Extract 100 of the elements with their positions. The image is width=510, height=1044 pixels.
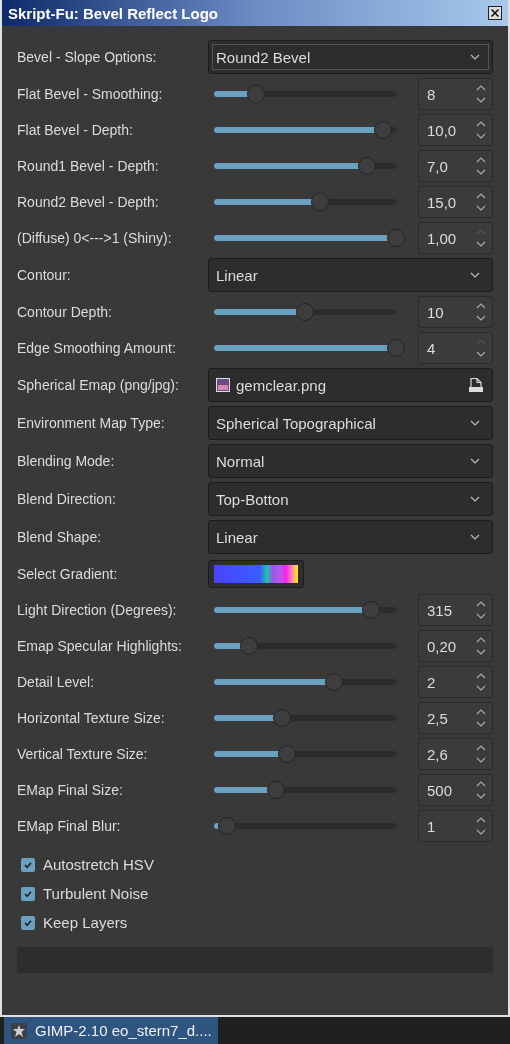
slider-handle[interactable] bbox=[387, 229, 405, 247]
decrement-icon[interactable] bbox=[476, 685, 486, 691]
increment-icon[interactable] bbox=[476, 637, 486, 643]
spin-field[interactable]: 315 bbox=[418, 594, 493, 626]
slider-handle[interactable] bbox=[273, 709, 292, 727]
decrement-icon[interactable] bbox=[476, 169, 486, 175]
decrement-icon[interactable] bbox=[476, 649, 486, 655]
field-label: Bevel - Slope Options: bbox=[17, 48, 158, 67]
dropdown[interactable]: Normal bbox=[208, 444, 493, 478]
dropdown-value: Spherical Topographical bbox=[216, 414, 376, 432]
increment-icon[interactable] bbox=[476, 303, 486, 309]
field-label: Horizontal Texture Size: bbox=[17, 709, 166, 728]
slider-handle[interactable] bbox=[266, 781, 285, 799]
spin-field[interactable]: 15,0 bbox=[418, 186, 493, 218]
spin-field[interactable]: 2,6 bbox=[418, 738, 493, 770]
spin-field[interactable]: 2,5 bbox=[418, 702, 493, 734]
decrement-icon[interactable] bbox=[476, 757, 486, 763]
slider[interactable] bbox=[214, 229, 405, 247]
increment-icon[interactable] bbox=[476, 817, 486, 823]
field-label: Select Gradient: bbox=[17, 565, 119, 584]
slider-handle[interactable] bbox=[357, 157, 376, 175]
file-name: gemclear.png bbox=[236, 376, 328, 394]
slider-handle[interactable] bbox=[239, 637, 258, 655]
window-title: Skript-Fu: Bevel Reflect Logo bbox=[8, 4, 219, 22]
slider-handle[interactable] bbox=[310, 193, 329, 211]
increment-icon[interactable] bbox=[476, 745, 486, 751]
checkbox[interactable] bbox=[21, 915, 35, 930]
spin-value: 2,5 bbox=[427, 709, 448, 727]
spin-value: 0,20 bbox=[427, 637, 457, 655]
increment-icon[interactable] bbox=[476, 193, 486, 199]
close-icon[interactable] bbox=[488, 6, 502, 20]
increment-icon[interactable] bbox=[476, 601, 486, 607]
dropdown[interactable]: Top-Botton bbox=[208, 482, 493, 516]
checkmark-icon bbox=[23, 888, 33, 899]
app-icon bbox=[11, 1022, 27, 1039]
dropdown-value: Top-Botton bbox=[216, 490, 289, 508]
checkbox[interactable] bbox=[21, 886, 35, 901]
file-chooser[interactable]: gemclear.png bbox=[208, 368, 493, 402]
decrement-icon[interactable] bbox=[476, 133, 486, 139]
increment-icon[interactable] bbox=[476, 121, 486, 127]
field-label: EMap Final Blur: bbox=[17, 817, 122, 836]
increment-icon[interactable] bbox=[476, 157, 486, 163]
chevron-icon bbox=[470, 420, 480, 426]
spin-field[interactable]: 10 bbox=[418, 296, 493, 328]
spin-value: 10 bbox=[427, 303, 444, 321]
decrement-icon[interactable] bbox=[476, 205, 486, 211]
checkbox-label: Turbulent Noise bbox=[43, 885, 149, 902]
spin-field[interactable]: 7,0 bbox=[418, 150, 493, 182]
decrement-icon[interactable] bbox=[476, 351, 486, 357]
dropdown[interactable]: Linear bbox=[208, 258, 493, 292]
checkbox-label: Autostretch HSV bbox=[43, 856, 154, 873]
increment-icon[interactable] bbox=[476, 781, 486, 787]
spin-value: 10,0 bbox=[427, 121, 457, 139]
slider-handle[interactable] bbox=[374, 121, 393, 139]
spin-field[interactable]: 1,00 bbox=[418, 222, 493, 254]
field-label: EMap Final Size: bbox=[17, 781, 124, 800]
field-label: Edge Smoothing Amount: bbox=[17, 339, 177, 358]
dropdown[interactable]: Linear bbox=[208, 520, 493, 554]
field-label: Detail Level: bbox=[17, 673, 96, 692]
image-file-icon bbox=[216, 378, 230, 392]
field-label: Spherical Emap (png/jpg): bbox=[17, 376, 180, 395]
slider-handle[interactable] bbox=[296, 303, 314, 321]
decrement-icon[interactable] bbox=[476, 793, 486, 799]
dropdown[interactable]: Spherical Topographical bbox=[208, 406, 493, 440]
decrement-icon[interactable] bbox=[476, 241, 486, 247]
decrement-icon[interactable] bbox=[476, 721, 486, 727]
increment-icon[interactable] bbox=[476, 673, 486, 679]
spin-field[interactable]: 500 bbox=[418, 774, 493, 806]
decrement-icon[interactable] bbox=[476, 829, 486, 835]
decrement-icon[interactable] bbox=[476, 613, 486, 619]
slider-handle[interactable] bbox=[325, 673, 344, 691]
field-label: Light Direction (Degrees): bbox=[17, 601, 178, 620]
field-label: Flat Bevel - Smoothing: bbox=[17, 85, 164, 104]
dropdown-value: Round2 Bevel bbox=[216, 48, 311, 66]
dropdown-value: Linear bbox=[216, 266, 258, 284]
dropdown[interactable]: Round2 Bevel bbox=[208, 40, 493, 74]
field-label: Blend Shape: bbox=[17, 528, 103, 547]
field-label: Blend Direction: bbox=[17, 490, 117, 509]
slider-handle[interactable] bbox=[246, 85, 265, 103]
spin-field[interactable]: 1 bbox=[418, 810, 493, 842]
slider-handle[interactable] bbox=[277, 745, 296, 763]
spin-value: 15,0 bbox=[427, 193, 457, 211]
slider[interactable] bbox=[214, 339, 405, 357]
increment-icon[interactable] bbox=[476, 85, 486, 91]
spin-field[interactable]: 2 bbox=[418, 666, 493, 698]
spin-field[interactable]: 10,0 bbox=[418, 114, 493, 146]
spin-value: 4 bbox=[427, 339, 436, 357]
decrement-icon[interactable] bbox=[476, 315, 486, 321]
decrement-icon[interactable] bbox=[476, 97, 486, 103]
taskbar-item[interactable]: GIMP-2.10 eo_stern7_d.... bbox=[4, 1017, 218, 1044]
spin-field[interactable]: 4 bbox=[418, 332, 493, 364]
increment-icon[interactable] bbox=[476, 709, 486, 715]
spin-field[interactable]: 8 bbox=[418, 78, 493, 110]
checkbox-label: Keep Layers bbox=[43, 914, 128, 931]
slider-handle[interactable] bbox=[217, 817, 236, 835]
gradient-button[interactable] bbox=[208, 560, 304, 588]
spin-field[interactable]: 0,20 bbox=[418, 630, 493, 662]
slider-handle[interactable] bbox=[361, 601, 380, 619]
slider-handle[interactable] bbox=[387, 339, 405, 357]
checkbox[interactable] bbox=[21, 857, 35, 872]
